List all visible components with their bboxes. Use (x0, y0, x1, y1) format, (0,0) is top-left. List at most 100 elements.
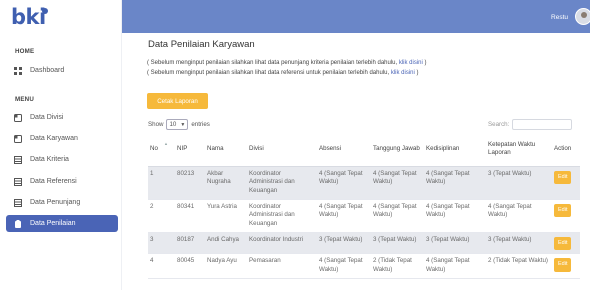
cell-nama: Andi Cahya (205, 232, 247, 255)
cell-kedisiplinan: 4 (Sangat Tepat Waktu) (424, 199, 486, 233)
cell-action: Edit (552, 199, 580, 233)
cell-divisi: Koordinator Industri (247, 232, 317, 255)
col-header-nip[interactable]: NIP (175, 133, 205, 167)
cell-no: 3 (148, 232, 175, 255)
page-title: Data Penilaian Karyawan (148, 39, 255, 50)
show-label: Show (148, 121, 164, 128)
entries-value: 10 (169, 121, 177, 128)
note-text: ( Sebelum menginput penilaian silahkan l… (147, 70, 391, 76)
cell-nama: Akbar Nugraha (205, 166, 247, 200)
sidebar-item-label: Data Karyawan (30, 135, 78, 142)
table-row: 3 80187 Andi Cahya Koordinator Industri … (148, 232, 580, 255)
cell-absensi: 4 (Sangat Tepat Waktu) (317, 166, 371, 200)
user-name[interactable]: Restu (551, 14, 568, 21)
cell-ketepatan-waktu: 4 (Sangat Tepat Waktu) (486, 199, 552, 233)
cell-divisi: Koordinator Administrasi dan Keuangan (247, 166, 317, 200)
edit-button[interactable]: Edit (554, 170, 572, 185)
print-report-button[interactable]: Cetak Laporan (147, 93, 208, 109)
col-header-divisi[interactable]: Divisi (247, 133, 317, 167)
sidebar-item-label: Data Penilaian (30, 220, 76, 227)
entries-select[interactable]: 10 ▼ (166, 119, 189, 130)
cell-nip: 80045 (175, 253, 205, 279)
sidebar-item-label: Data Kriteria (30, 156, 69, 163)
edit-button[interactable]: Edit (554, 203, 572, 218)
clipboard-icon (14, 219, 22, 228)
col-header-tanggung-jawab[interactable]: Tanggung Jawab (371, 133, 424, 167)
table-icon (14, 155, 22, 164)
table-search: Search: (488, 119, 573, 130)
sidebar-item-data-kriteria[interactable]: Data Kriteria (6, 151, 118, 168)
col-header-absensi[interactable]: Absensi (317, 133, 371, 167)
col-header-nama[interactable]: Nama (205, 133, 247, 167)
logo-dot (42, 8, 48, 14)
cell-action: Edit (552, 166, 580, 200)
cell-absensi: 4 (Sangat Tepat Waktu) (317, 199, 371, 233)
sidebar-item-dashboard[interactable]: Dashboard (6, 62, 118, 79)
home-section-label: HOME (15, 48, 35, 55)
cell-kedisiplinan: 4 (Sangat Tepat Waktu) (424, 166, 486, 200)
sidebar-item-label: Dashboard (30, 67, 65, 74)
edit-button[interactable]: Edit (554, 258, 572, 272)
cell-divisi: Koordinator Administrasi dan Keuangan (247, 199, 317, 233)
note-end: ) (414, 70, 419, 76)
sidebar-item-data-divisi[interactable]: Data Divisi (6, 109, 118, 126)
entries-label: entries (191, 121, 210, 128)
table-row: 4 80045 Nadya Ayu Pemasaran 4 (Sangat Te… (148, 253, 580, 279)
table-row: 2 80341 Yura Astria Koordinator Administ… (148, 199, 580, 233)
cell-action: Edit (552, 253, 580, 279)
note-end: ) (422, 60, 427, 66)
menu-section-label: MENU (15, 96, 35, 103)
col-header-no[interactable]: ▲ No (148, 133, 175, 167)
cell-tanggung-jawab: 4 (Sangat Tepat Waktu) (371, 199, 424, 233)
col-header-kedisiplinan[interactable]: Kedisiplinan (424, 133, 486, 167)
col-header-ketepatan-waktu[interactable]: Ketepatan Waktu Laporan (486, 133, 552, 167)
cell-ketepatan-waktu: 3 (Tepat Waktu) (486, 166, 552, 200)
table-header-row: ▲ No NIP Nama Divisi Absensi Tanggung Jaw… (148, 133, 580, 167)
sort-icon: ▲ (164, 141, 168, 146)
sidebar-item-label: Data Divisi (30, 114, 64, 121)
assessment-table: ▲ No NIP Nama Divisi Absensi Tanggung Jaw… (148, 133, 580, 279)
cell-tanggung-jawab: 4 (Sangat Tepat Waktu) (371, 166, 424, 200)
bookmark-icon (14, 134, 22, 143)
table-icon (14, 177, 22, 186)
note-text: ( Sebelum menginput penilaian silahkan l… (147, 60, 399, 66)
sidebar-item-data-penunjang[interactable]: Data Penunjang (6, 194, 118, 211)
grid-icon (14, 66, 22, 75)
cell-divisi: Pemasaran (247, 253, 317, 279)
search-label: Search: (488, 121, 510, 128)
table-row: 1 80213 Akbar Nugraha Koordinator Admini… (148, 166, 580, 200)
search-input[interactable] (512, 119, 573, 130)
chevron-down-icon: ▼ (180, 121, 186, 128)
cell-no: 1 (148, 166, 175, 200)
cell-kedisiplinan: 3 (Tepat Waktu) (424, 232, 486, 255)
cell-no: 4 (148, 253, 175, 279)
sidebar-item-data-karyawan[interactable]: Data Karyawan (6, 130, 118, 147)
link-referensi[interactable]: klik disini (391, 70, 415, 76)
note-referensi: ( Sebelum menginput penilaian silahkan l… (147, 70, 419, 76)
cell-no: 2 (148, 199, 175, 233)
edit-button[interactable]: Edit (554, 236, 572, 251)
sidebar-item-label: Data Referensi (30, 178, 77, 185)
cell-absensi: 3 (Tepat Waktu) (317, 232, 371, 255)
cell-kedisiplinan: 4 (Sangat Tepat Waktu) (424, 253, 486, 279)
topbar: Restu (122, 0, 590, 33)
note-penunjang: ( Sebelum menginput penilaian silahkan l… (147, 60, 427, 66)
link-penunjang[interactable]: klik disini (399, 60, 423, 66)
cell-ketepatan-waktu: 3 (Tepat Waktu) (486, 232, 552, 255)
cell-nip: 80187 (175, 232, 205, 255)
sidebar-item-label: Data Penunjang (30, 199, 81, 206)
cell-absensi: 4 (Sangat Tepat Waktu) (317, 253, 371, 279)
cell-ketepatan-waktu: 2 (Tidak Tepat Waktu) (486, 253, 552, 279)
cell-nama: Nadya Ayu (205, 253, 247, 279)
cell-nip: 80341 (175, 199, 205, 233)
cell-action: Edit (552, 232, 580, 255)
show-entries: Show 10 ▼ entries (148, 119, 210, 130)
sidebar-item-data-referensi[interactable]: Data Referensi (6, 173, 118, 190)
table-icon (14, 198, 22, 207)
col-header-action: Action (552, 133, 580, 167)
cell-tanggung-jawab: 3 (Tepat Waktu) (371, 232, 424, 255)
avatar[interactable] (575, 8, 590, 25)
sidebar-item-data-penilaian[interactable]: Data Penilaian (6, 215, 118, 232)
main-content: Data Penilaian Karyawan ( Sebelum mengin… (122, 33, 590, 290)
sidebar: bki HOME Dashboard MENU Data Divisi Data… (0, 0, 122, 290)
